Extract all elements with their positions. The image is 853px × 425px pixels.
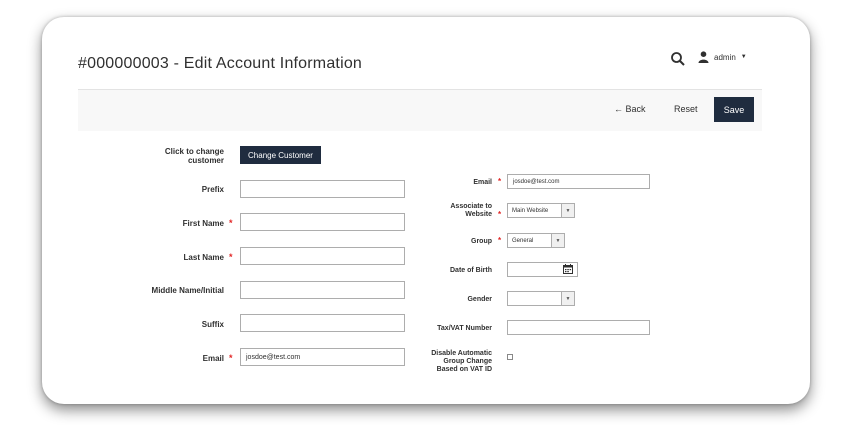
save-button[interactable]: Save [714,97,754,122]
admin-user-menu[interactable]: admin ▼ [698,51,747,63]
email-label: Email [473,179,492,186]
gender-select[interactable]: ▼ [507,291,575,306]
page-title: #000000003 - Edit Account Information [78,55,363,72]
reset-button[interactable]: Reset [674,104,698,114]
group-select[interactable]: General ▼ [507,233,565,248]
chevron-down-icon: ▼ [740,54,747,60]
group-label: Group [471,238,492,245]
group-selected-value: General [512,237,534,244]
change-customer-label: Click to change customer [164,147,224,165]
admin-username: admin [714,52,736,62]
disable-group-change-label: Disable Automatic Group Change Based on … [431,350,492,373]
disable-group-change-checkbox[interactable] [507,354,513,360]
prefix-input[interactable] [240,180,405,198]
chevron-down-icon: ▼ [551,234,564,247]
page-actions-toolbar: ← Back Reset Save [78,89,762,131]
email-input-right[interactable]: josdoe@test.com [507,174,650,189]
chevron-down-icon: ▼ [561,292,574,305]
date-of-birth-label: Date of Birth [450,267,492,274]
suffix-input[interactable] [240,314,405,332]
last-name-input[interactable] [240,247,405,265]
suffix-label: Suffix [201,320,224,329]
required-marker: * [229,252,233,262]
middle-name-label: Middle Name/Initial [151,286,224,295]
back-button[interactable]: ← Back [614,104,646,114]
website-selected-value: Main Website [512,207,549,214]
calendar-icon[interactable] [563,264,573,274]
website-select[interactable]: Main Website ▼ [507,203,575,218]
chevron-down-icon: ▼ [561,204,574,217]
required-marker: * [498,236,502,245]
required-marker: * [229,353,233,363]
required-marker: * [498,210,502,219]
last-name-label: Last Name [183,253,224,262]
gender-label: Gender [467,296,492,303]
prefix-label: Prefix [201,185,224,194]
required-marker: * [498,177,502,186]
taxvat-input[interactable] [507,320,650,335]
email-input[interactable]: josdoe@test.com [240,348,405,366]
taxvat-label: Tax/VAT Number [437,325,492,332]
required-marker: * [229,218,233,228]
first-name-input[interactable] [240,213,405,231]
website-label: Associate to Website [450,203,492,218]
edit-account-panel: #000000003 - Edit Account Information ad… [42,17,810,404]
email-label: Email [202,354,224,363]
user-icon [698,51,709,63]
change-customer-button[interactable]: Change Customer [240,146,321,164]
middle-name-input[interactable] [240,281,405,299]
first-name-label: First Name [182,219,224,228]
search-icon[interactable] [670,51,686,67]
